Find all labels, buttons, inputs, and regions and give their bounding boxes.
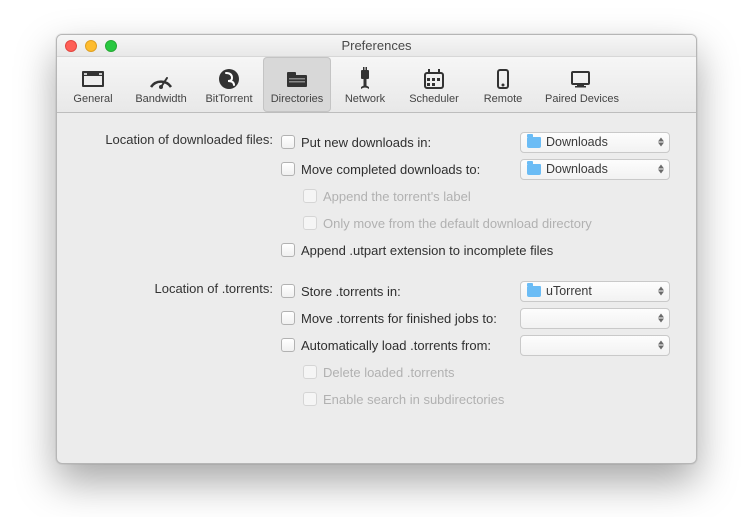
combo-move-completed[interactable]: Downloads xyxy=(520,159,670,180)
section-label-torrents: Location of .torrents: xyxy=(83,280,281,415)
combo-store-in[interactable]: uTorrent xyxy=(520,281,670,302)
label-move-finished: Move .torrents for finished jobs to: xyxy=(301,311,497,326)
titlebar: Preferences xyxy=(57,35,696,57)
tab-label: General xyxy=(73,93,112,105)
label-store-in: Store .torrents in: xyxy=(301,284,401,299)
chevron-updown-icon xyxy=(658,165,664,174)
chevron-updown-icon xyxy=(658,314,664,323)
remote-icon xyxy=(489,67,517,91)
preferences-window: Preferences General Bandwidth BitTorrent… xyxy=(56,34,697,464)
directories-icon xyxy=(283,67,311,91)
combo-auto-load[interactable] xyxy=(520,335,670,356)
folder-icon xyxy=(527,164,541,175)
scheduler-icon xyxy=(420,67,448,91)
tab-general[interactable]: General xyxy=(59,57,127,112)
checkbox-move-completed[interactable] xyxy=(281,162,295,176)
label-append-label: Append the torrent's label xyxy=(323,189,471,204)
tab-label: Network xyxy=(345,93,385,105)
tab-label: Scheduler xyxy=(409,93,459,105)
combo-value: uTorrent xyxy=(546,284,592,298)
checkbox-append-utpart[interactable] xyxy=(281,243,295,257)
checkbox-enable-search xyxy=(303,392,317,406)
tab-label: BitTorrent xyxy=(205,93,252,105)
general-icon xyxy=(79,67,107,91)
checkbox-auto-load[interactable] xyxy=(281,338,295,352)
bittorrent-icon xyxy=(215,67,243,91)
content: Location of downloaded files: Put new do… xyxy=(57,113,696,449)
combo-value: Downloads xyxy=(546,135,608,149)
label-only-move-default: Only move from the default download dire… xyxy=(323,216,592,231)
chevron-updown-icon xyxy=(658,138,664,147)
label-append-utpart: Append .utpart extension to incomplete f… xyxy=(301,243,553,258)
tab-bittorrent[interactable]: BitTorrent xyxy=(195,57,263,112)
folder-icon xyxy=(527,286,541,297)
checkbox-only-move-default xyxy=(303,216,317,230)
label-put-new: Put new downloads in: xyxy=(301,135,431,150)
window-title: Preferences xyxy=(57,38,696,53)
checkbox-delete-loaded xyxy=(303,365,317,379)
tab-directories[interactable]: Directories xyxy=(263,57,331,112)
tab-remote[interactable]: Remote xyxy=(469,57,537,112)
checkbox-append-label xyxy=(303,189,317,203)
tab-paired-devices[interactable]: Paired Devices xyxy=(537,57,627,112)
label-delete-loaded: Delete loaded .torrents xyxy=(323,365,455,380)
label-enable-search: Enable search in subdirectories xyxy=(323,392,504,407)
folder-icon xyxy=(527,137,541,148)
section-label-downloads: Location of downloaded files: xyxy=(83,131,281,266)
checkbox-store-in[interactable] xyxy=(281,284,295,298)
paired-devices-icon xyxy=(568,67,596,91)
tab-label: Bandwidth xyxy=(135,93,186,105)
tab-bandwidth[interactable]: Bandwidth xyxy=(127,57,195,112)
tab-label: Paired Devices xyxy=(545,93,619,105)
checkbox-put-new[interactable] xyxy=(281,135,295,149)
network-icon xyxy=(351,67,379,91)
combo-value: Downloads xyxy=(546,162,608,176)
combo-move-finished[interactable] xyxy=(520,308,670,329)
toolbar: General Bandwidth BitTorrent Directories… xyxy=(57,57,696,113)
section-torrents: Location of .torrents: Store .torrents i… xyxy=(83,280,670,415)
section-downloads: Location of downloaded files: Put new do… xyxy=(83,131,670,266)
label-auto-load: Automatically load .torrents from: xyxy=(301,338,491,353)
label-move-completed: Move completed downloads to: xyxy=(301,162,480,177)
tab-label: Remote xyxy=(484,93,523,105)
combo-put-new[interactable]: Downloads xyxy=(520,132,670,153)
bandwidth-icon xyxy=(147,67,175,91)
tab-scheduler[interactable]: Scheduler xyxy=(399,57,469,112)
tab-network[interactable]: Network xyxy=(331,57,399,112)
checkbox-move-finished[interactable] xyxy=(281,311,295,325)
chevron-updown-icon xyxy=(658,341,664,350)
tab-label: Directories xyxy=(271,93,324,105)
chevron-updown-icon xyxy=(658,287,664,296)
